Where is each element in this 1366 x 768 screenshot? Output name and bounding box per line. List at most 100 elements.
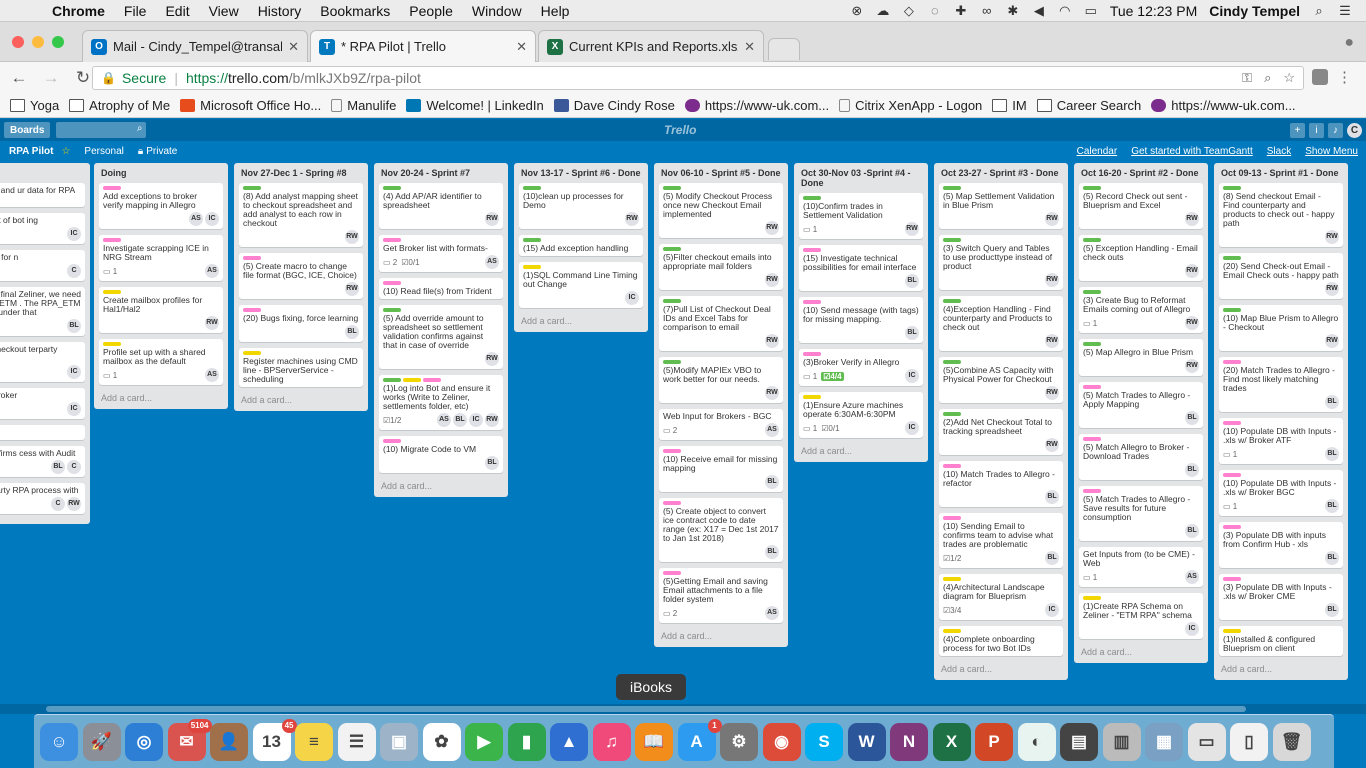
menu-bookmarks[interactable]: Bookmarks — [320, 3, 390, 19]
trello-logo[interactable]: Trello — [664, 123, 696, 137]
card[interactable]: (5) Record Check out sent - Blueprism an… — [1079, 183, 1203, 229]
card[interactable]: Profile set up with a shared mailbox as … — [99, 339, 223, 385]
scrollbar-thumb[interactable] — [46, 706, 1246, 712]
card[interactable]: Investigate scrapping ICE in NRG Stream ▭… — [99, 235, 223, 281]
numbers-icon[interactable]: ▮ — [507, 723, 546, 761]
member-avatar[interactable]: BL — [765, 475, 779, 489]
card[interactable]: (2)Add Net Checkout Total to tracking sp… — [939, 409, 1063, 455]
status-close-icon[interactable]: ⊗ — [850, 3, 864, 19]
menu-help[interactable]: Help — [541, 3, 570, 19]
bookmark-facebook[interactable]: Dave Cindy Rose — [553, 98, 675, 113]
tab-excel[interactable]: X Current KPIs and Reports.xlsx ✕ — [538, 30, 764, 62]
member-avatar[interactable]: RW — [765, 386, 779, 400]
facetime-icon[interactable]: ▶ — [465, 723, 503, 761]
member-avatar[interactable]: RW — [1325, 230, 1339, 244]
card[interactable]: roker Confirms cess with Audit BLC — [0, 446, 85, 477]
member-avatar[interactable]: C — [67, 460, 81, 474]
app-store-icon[interactable]: A1 — [677, 719, 722, 761]
board-horizontal-scrollbar[interactable] — [0, 704, 1366, 714]
show-menu-link[interactable]: Show Menu — [1305, 146, 1358, 157]
member-avatar[interactable]: RW — [1185, 359, 1199, 373]
member-avatar[interactable]: IC — [67, 365, 81, 379]
board-name[interactable]: RPA Pilot — [9, 146, 53, 157]
member-avatar[interactable]: RW — [345, 230, 359, 244]
menubar-clock[interactable]: Tue 12:23 PM — [1110, 3, 1197, 19]
card[interactable]: (5) Create object to convert ice contrac… — [659, 498, 783, 562]
card[interactable]: (1)Create RPA Schema on Zeliner - "ETM R… — [1079, 593, 1203, 639]
list-title[interactable]: Oct 09-13 - Sprint #1 - Done — [1219, 163, 1343, 183]
card[interactable]: (4) Add AP/AR identifier to spreadsheet R… — [379, 183, 503, 229]
member-avatar[interactable]: IC — [469, 413, 483, 427]
member-avatar[interactable]: BL — [1325, 551, 1339, 565]
menu-people[interactable]: People — [409, 3, 453, 19]
card[interactable]: Map for checkout terparty Invoicing IC — [0, 342, 85, 382]
card[interactable]: (5)Filter checkout emails into appropria… — [659, 244, 783, 290]
card[interactable]: (10) Migrate Code to VM BL — [379, 436, 503, 473]
card[interactable]: ll we write and ur data for RPA PAS)? — [0, 183, 85, 207]
visibility-button[interactable]: Private — [146, 146, 177, 157]
window-minimize-button[interactable] — [32, 36, 44, 48]
keynote-icon[interactable]: ▲ — [550, 723, 588, 761]
card[interactable]: (10)Confirm trades in Settlement Validat… — [799, 193, 923, 239]
card[interactable]: (5) Map Settlement Validation in Blue Pr… — [939, 183, 1063, 229]
reminders-icon[interactable]: ☰ — [337, 723, 376, 761]
member-avatar[interactable]: BL — [1325, 447, 1339, 461]
menubar-user[interactable]: Cindy Tempel — [1209, 3, 1300, 19]
list-title[interactable]: Nov 27-Dec 1 - Spring #8 — [239, 163, 363, 183]
infinity-icon[interactable]: ∞ — [980, 3, 994, 18]
menu-window[interactable]: Window — [472, 3, 522, 19]
add-card-button[interactable]: Add a card... — [1079, 645, 1203, 659]
menu-view[interactable]: View — [209, 3, 239, 19]
image-capture-icon[interactable]: ▦ — [1145, 723, 1183, 761]
member-avatar[interactable]: RW — [345, 282, 359, 296]
dropbox-icon[interactable]: ✚ — [954, 3, 968, 19]
card[interactable]: Web Input for Brokers - BGC ▭ 2 AS — [659, 409, 783, 440]
card[interactable]: (5) Create macro to change file format (… — [239, 253, 363, 299]
contacts-icon[interactable]: 👤 — [210, 723, 248, 761]
member-avatar[interactable]: RW — [1325, 282, 1339, 296]
member-avatar[interactable]: BL — [905, 274, 919, 288]
status-check-icon[interactable]: ◇ — [902, 3, 916, 19]
launchpad-icon[interactable]: 🚀 — [82, 723, 121, 761]
member-avatar[interactable]: RW — [765, 334, 779, 348]
card[interactable]: Get Broker list with formats- ▭ 2 ☑0/1 AS — [379, 235, 503, 272]
card[interactable]: (3) Create Bug to Reformat Emails coming… — [1079, 287, 1203, 333]
card[interactable]: (5) Match Trades to Allegro - Save resul… — [1079, 486, 1203, 541]
card[interactable]: (8) Send checkout Email - Find counterpa… — [1219, 183, 1343, 247]
card[interactable]: Create mailbox profiles for Hal1/Hal2 RW — [99, 287, 223, 333]
card[interactable]: (20) Match Trades to Allegro - Find most… — [1219, 357, 1343, 412]
member-avatar[interactable]: IC — [67, 227, 81, 241]
member-avatar[interactable]: IC — [1185, 622, 1199, 636]
excel-icon[interactable]: X — [932, 723, 971, 761]
tab-mail[interactable]: O Mail - Cindy_Tempel@transalta ✕ — [82, 30, 308, 62]
member-avatar[interactable]: IC — [905, 421, 919, 435]
card[interactable]: (1)SQL Command Line Timing out Change IC — [519, 262, 643, 308]
star-bookmark-icon[interactable]: ☆ — [1283, 70, 1295, 86]
member-avatar[interactable]: RW — [1185, 316, 1199, 330]
member-avatar[interactable]: BL — [1185, 524, 1199, 538]
member-avatar[interactable]: RW — [1045, 273, 1059, 287]
card[interactable]: nagement for n C — [0, 250, 85, 281]
back-arrow-icon[interactable]: ← — [6, 68, 32, 88]
add-card-button[interactable]: Add a card... — [939, 662, 1063, 676]
archive-icon[interactable]: ▥ — [1102, 723, 1141, 761]
member-avatar[interactable]: RW — [485, 212, 499, 226]
member-avatar[interactable]: BL — [1325, 395, 1339, 409]
card[interactable]: (5)Combine AS Capacity with Physical Pow… — [939, 357, 1063, 403]
bookmark-yoga[interactable]: Yoga — [10, 98, 59, 113]
add-card-button[interactable]: Add a card... — [799, 444, 923, 458]
system-preferences-icon[interactable]: ⚙ — [720, 723, 758, 761]
member-avatar[interactable]: AS — [765, 423, 779, 437]
card[interactable]: Counterparty RPA process with CRW — [0, 483, 85, 514]
list-title[interactable]: Nov 20-24 - Sprint #7 — [379, 163, 503, 183]
chrome-icon[interactable]: ◉ — [762, 723, 801, 761]
card[interactable]: (10) Send message (with tags) for missin… — [799, 297, 923, 343]
member-avatar[interactable]: RW — [765, 273, 779, 287]
member-avatar[interactable]: BL — [453, 413, 467, 427]
card[interactable]: (3) Switch Query and Tables to use produ… — [939, 235, 1063, 290]
profile-icon[interactable]: ● — [1344, 34, 1354, 52]
card[interactable]: (10) Read file(s) from Trident — [379, 278, 503, 299]
member-avatar[interactable]: BL — [51, 460, 65, 474]
card[interactable]: (10)clean up processes for Demo RW — [519, 183, 643, 229]
card[interactable]: Map for Broker IC — [0, 388, 85, 419]
